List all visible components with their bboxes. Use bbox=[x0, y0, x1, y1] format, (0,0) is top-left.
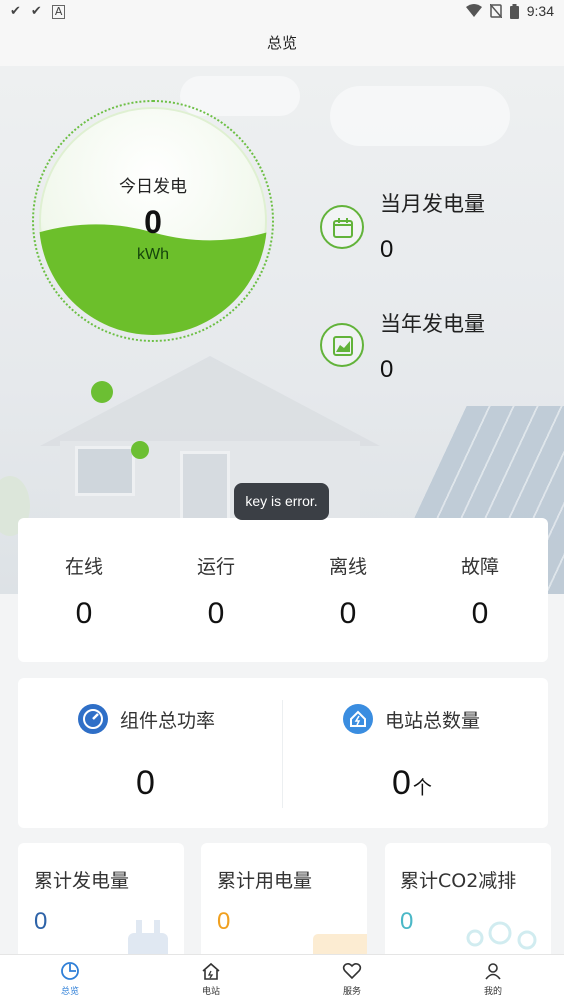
background-cloud bbox=[330, 86, 510, 146]
plug-icon bbox=[128, 920, 168, 959]
decorative-dot bbox=[91, 381, 113, 403]
tab-mine[interactable]: 我的 bbox=[453, 961, 533, 997]
year-generation-title: 当年发电量 bbox=[380, 312, 485, 336]
error-toast: key is error. bbox=[234, 483, 329, 520]
gauge-icon bbox=[78, 704, 108, 734]
accumulated-consumption-card[interactable] bbox=[201, 843, 367, 959]
month-generation-title: 当月发电量 bbox=[380, 192, 485, 216]
battery-icon bbox=[509, 3, 519, 19]
status-online[interactable]: 在线 0 bbox=[18, 552, 150, 631]
calendar-icon bbox=[320, 205, 364, 249]
tab-service[interactable]: 服务 bbox=[312, 961, 392, 997]
title-bar: 总览 bbox=[0, 24, 564, 66]
a-icon: A bbox=[51, 5, 66, 19]
divider bbox=[282, 700, 283, 808]
status-label: 在线 bbox=[64, 556, 103, 578]
check-icon: ✔ bbox=[10, 4, 21, 19]
status-label: 运行 bbox=[196, 556, 235, 578]
background-house-roof bbox=[40, 356, 380, 446]
station-status-card: 在线 0 运行 0 离线 0 故障 0 bbox=[18, 518, 548, 662]
pie-chart-icon bbox=[61, 962, 79, 980]
background-window bbox=[75, 446, 135, 496]
status-value: 0 bbox=[339, 597, 357, 630]
station-count-value: 0 bbox=[392, 764, 411, 802]
power-summary-card bbox=[18, 678, 548, 828]
accumulated-consumption-title: 累计用电量 bbox=[217, 870, 313, 892]
home-icon bbox=[343, 704, 373, 734]
accumulated-generation-card[interactable] bbox=[18, 843, 184, 959]
year-generation-value: 0 bbox=[380, 356, 394, 383]
tab-stations[interactable]: 电站 bbox=[171, 961, 251, 997]
chart-icon bbox=[320, 323, 364, 367]
accumulated-generation-title: 累计发电量 bbox=[34, 870, 130, 892]
decorative-dot bbox=[131, 441, 149, 459]
status-running[interactable]: 运行 0 bbox=[150, 552, 282, 631]
gauge-unit: kWh bbox=[137, 246, 169, 263]
gauge-value: 0 bbox=[144, 204, 162, 240]
tab-overview[interactable]: 总览 bbox=[30, 961, 110, 997]
user-icon bbox=[485, 963, 501, 980]
heart-icon bbox=[342, 962, 362, 980]
month-generation-value: 0 bbox=[380, 236, 394, 263]
tab-label: 总览 bbox=[60, 987, 79, 997]
gauge-title: 今日发电 bbox=[119, 177, 187, 197]
home-icon bbox=[202, 962, 220, 980]
accumulated-consumption-value: 0 bbox=[217, 908, 231, 935]
status-value: 0 bbox=[75, 597, 93, 630]
clock: 9:34 bbox=[526, 3, 554, 19]
status-value: 0 bbox=[207, 597, 225, 630]
station-count-title: 电站总数量 bbox=[385, 710, 481, 732]
check-icon: ✔ bbox=[30, 4, 42, 19]
station-count: 0个 bbox=[392, 764, 432, 803]
tab-label: 电站 bbox=[201, 987, 220, 997]
accumulated-co2-value: 0 bbox=[400, 908, 414, 935]
total-power-value: 0 bbox=[136, 764, 155, 802]
status-label: 故障 bbox=[460, 556, 499, 578]
accumulated-generation-value: 0 bbox=[34, 908, 48, 935]
today-generation-gauge[interactable]: 今日发电 0 kWh bbox=[39, 107, 267, 335]
status-bar: ✔ ✔ A 9:34 bbox=[0, 0, 564, 24]
bubbles-icon bbox=[466, 921, 537, 950]
status-value: 0 bbox=[471, 597, 489, 630]
no-sim-icon bbox=[489, 4, 502, 18]
accumulated-co2-title: 累计CO2减排 bbox=[400, 870, 517, 892]
total-power-title: 组件总功率 bbox=[120, 710, 216, 732]
status-offline[interactable]: 离线 0 bbox=[282, 552, 414, 631]
accumulated-co2-card[interactable] bbox=[385, 843, 551, 959]
status-label: 离线 bbox=[328, 556, 367, 578]
page-title: 总览 bbox=[266, 34, 297, 52]
wifi-icon bbox=[465, 4, 482, 17]
tab-label: 服务 bbox=[342, 987, 361, 997]
bottom-navigation: 总览 电站 服务 我的 bbox=[0, 954, 564, 1002]
status-fault[interactable]: 故障 0 bbox=[414, 552, 546, 631]
station-count-unit: 个 bbox=[412, 777, 432, 799]
tab-label: 我的 bbox=[483, 987, 502, 997]
